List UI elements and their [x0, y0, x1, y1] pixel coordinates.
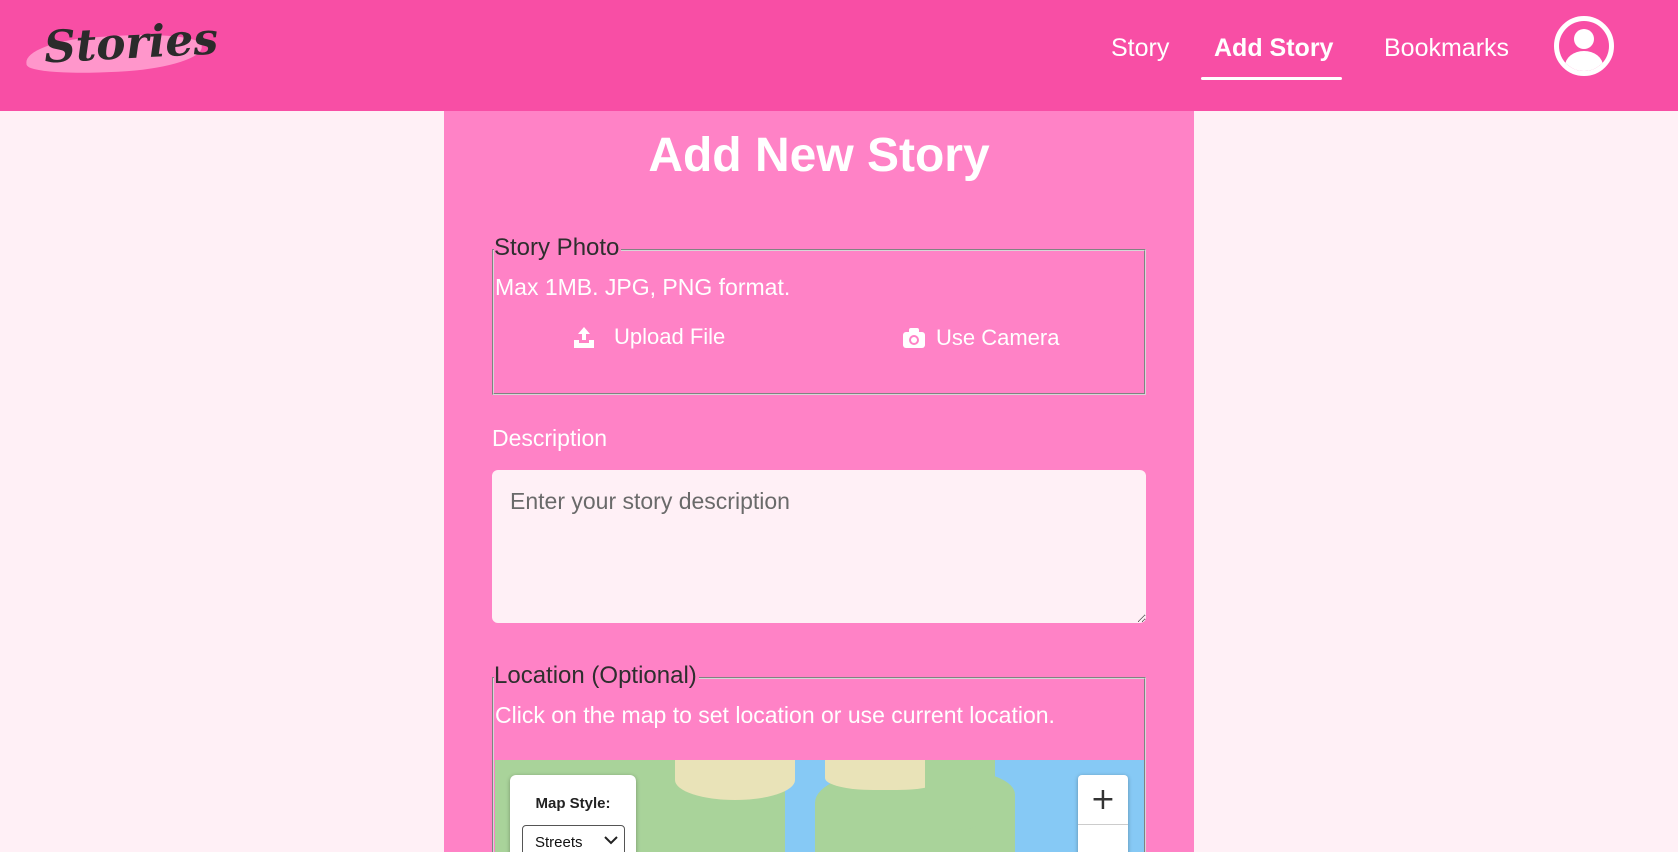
nav-active-indicator	[1201, 77, 1342, 80]
avatar-inner	[1559, 21, 1609, 71]
map-style-control: Map Style: Streets	[510, 775, 636, 852]
map-style-select[interactable]: Streets	[522, 825, 625, 852]
photo-hint: Max 1MB. JPG, PNG format.	[495, 274, 791, 300]
user-avatar-icon[interactable]	[1554, 16, 1614, 76]
location-map[interactable]: Map Style: Streets +	[495, 760, 1144, 852]
map-style-label: Map Style:	[535, 795, 611, 812]
upload-file-label: Upload File	[614, 324, 726, 349]
page-title: Add New Story	[648, 129, 990, 182]
logo-text: Stories	[42, 13, 220, 74]
use-camera-button[interactable]: Use Camera	[902, 325, 1072, 357]
camera-icon	[903, 328, 925, 348]
avatar-body	[1565, 51, 1603, 71]
photo-fieldset	[492, 249, 1146, 395]
location-hint: Click on the map to set location or use …	[495, 702, 1055, 728]
top-header: Stories Story Add Story Bookmarks	[0, 0, 1678, 111]
chevron-down-icon	[604, 836, 618, 845]
photo-legend: Story Photo	[494, 234, 622, 262]
description-input[interactable]	[492, 470, 1146, 623]
map-land	[675, 760, 795, 800]
nav-add-story[interactable]: Add Story	[1214, 34, 1333, 63]
logo[interactable]: Stories	[24, 13, 219, 84]
nav-story[interactable]: Story	[1111, 34, 1169, 63]
description-label: Description	[492, 425, 608, 451]
nav-bookmarks[interactable]: Bookmarks	[1384, 34, 1509, 63]
map-style-value: Streets	[535, 834, 583, 851]
map-land	[925, 760, 995, 830]
map-zoom-control: +	[1078, 775, 1128, 852]
zoom-in-button[interactable]: +	[1078, 775, 1128, 825]
upload-icon	[574, 327, 594, 348]
use-camera-label: Use Camera	[936, 325, 1060, 350]
location-legend: Location (Optional)	[494, 662, 699, 690]
upload-file-button[interactable]: Upload File	[572, 324, 732, 356]
avatar-head	[1574, 29, 1594, 49]
